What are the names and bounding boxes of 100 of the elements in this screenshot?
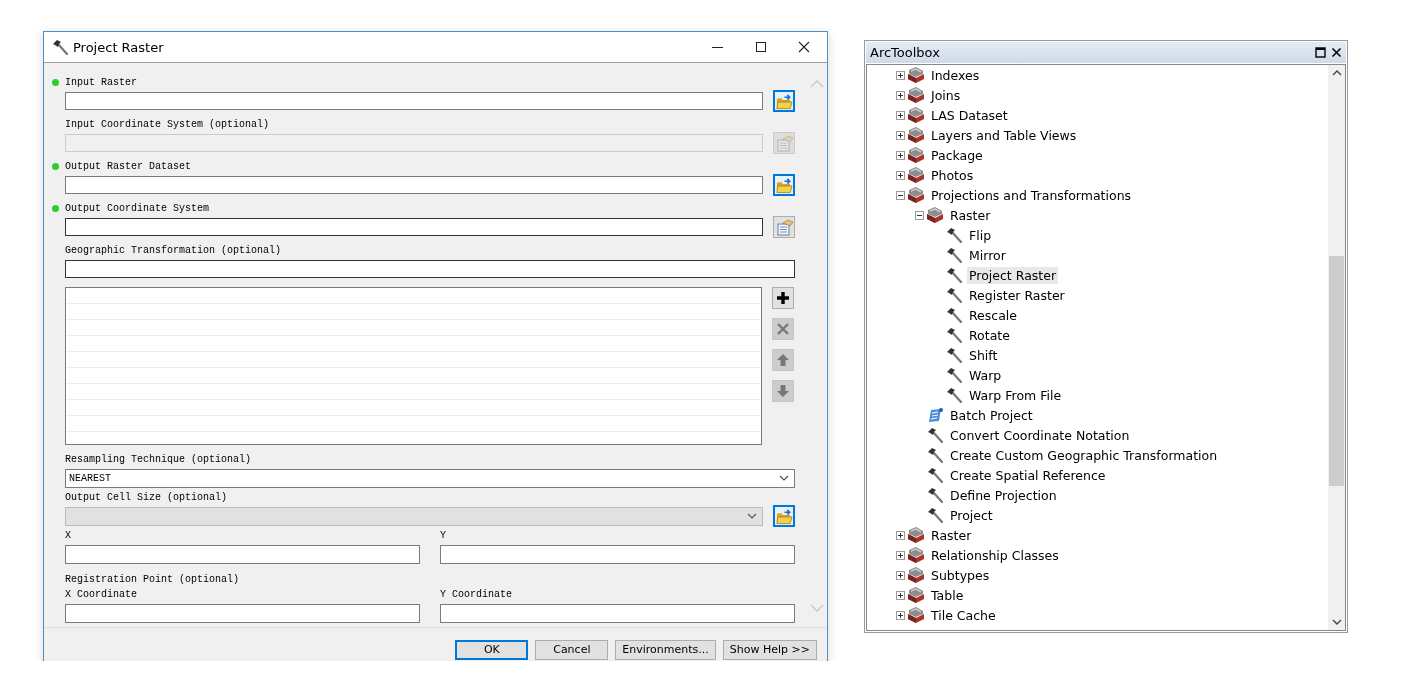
- expand-toggle[interactable]: [896, 90, 905, 100]
- toolbox-icon: [907, 606, 925, 624]
- field-label: Y Coordinate: [440, 588, 512, 600]
- expand-toggle[interactable]: [896, 530, 905, 540]
- tree-item[interactable]: Create Custom Geographic Transformation: [948, 446, 1220, 464]
- scroll-up-icon[interactable]: [1331, 69, 1342, 76]
- text-field[interactable]: [65, 604, 420, 623]
- field-label: Registration Point (optional): [65, 573, 240, 585]
- tree-item[interactable]: Convert Coordinate Notation: [948, 426, 1132, 444]
- text-field[interactable]: [65, 545, 420, 564]
- dialog-button[interactable]: OK: [455, 639, 529, 660]
- field-label: Resampling Technique (optional): [65, 453, 252, 465]
- tree-item[interactable]: Define Projection: [948, 486, 1059, 504]
- field-label: Output Cell Size (optional): [65, 491, 228, 503]
- expand-toggle[interactable]: [896, 130, 905, 140]
- expand-toggle[interactable]: [896, 70, 905, 80]
- hammer-icon: [52, 39, 68, 55]
- dialog-button[interactable]: Cancel: [535, 639, 609, 660]
- caret-icon: [747, 513, 757, 519]
- field-label: X: [65, 529, 71, 541]
- tree-item[interactable]: Layers and Table Views: [929, 126, 1079, 144]
- hammer-icon: [946, 247, 962, 263]
- toolbox-icon: [907, 166, 925, 184]
- toolbox-icon: [907, 566, 925, 584]
- tree-item[interactable]: Raster: [929, 526, 974, 544]
- tree-item[interactable]: Warp: [967, 366, 1004, 384]
- tree-item[interactable]: Register Raster: [967, 286, 1067, 304]
- text-field[interactable]: [65, 92, 763, 110]
- tree-item[interactable]: Projections and Transformations: [929, 186, 1134, 204]
- toolbox-icon: [926, 206, 944, 224]
- field-label: Output Raster Dataset: [65, 160, 192, 172]
- expand-toggle[interactable]: [896, 610, 905, 620]
- dialog-button[interactable]: Show Help >>: [722, 639, 817, 660]
- scroll-icon: [927, 407, 943, 423]
- tree-item[interactable]: Project: [948, 506, 995, 524]
- collapse-toggle[interactable]: [896, 190, 905, 200]
- toolbox-icon: [907, 106, 925, 124]
- text-field[interactable]: [65, 218, 763, 236]
- field-label: Output Coordinate System: [65, 202, 210, 214]
- close-button[interactable]: [798, 41, 810, 53]
- tree-item[interactable]: LAS Dataset: [929, 106, 1010, 124]
- tree-item[interactable]: Rotate: [967, 326, 1012, 344]
- tree-item[interactable]: Photos: [929, 166, 976, 184]
- window-title: Project Raster: [73, 39, 165, 55]
- tree-item[interactable]: Tile Cache: [929, 606, 998, 624]
- text-field[interactable]: [440, 604, 795, 623]
- scrollbar-thumb[interactable]: [1329, 256, 1344, 486]
- hammer-icon: [946, 307, 962, 323]
- tree-item[interactable]: Project Raster: [967, 266, 1059, 284]
- toolbox-icon: [907, 146, 925, 164]
- x-icon: [776, 322, 790, 336]
- tree-item[interactable]: Batch Project: [948, 406, 1035, 424]
- tree-item[interactable]: Warp From File: [967, 386, 1064, 404]
- scroll-down-icon[interactable]: [1331, 619, 1342, 626]
- maximize-button[interactable]: [1315, 47, 1326, 58]
- dialog-button[interactable]: Environments...: [615, 639, 716, 660]
- hammer-icon: [927, 447, 943, 463]
- collapse-toggle[interactable]: [915, 210, 924, 220]
- properties-icon: [774, 217, 794, 237]
- properties-button[interactable]: [773, 216, 795, 238]
- expand-toggle[interactable]: [896, 150, 905, 160]
- tree-item[interactable]: Rescale: [967, 306, 1020, 324]
- toolbox-icon: [907, 586, 925, 604]
- text-field[interactable]: [65, 176, 763, 194]
- toolbox-icon: [907, 86, 925, 104]
- expand-toggle[interactable]: [896, 570, 905, 580]
- toolbox-icon: [907, 66, 925, 84]
- hammer-icon: [946, 387, 962, 403]
- close-button[interactable]: [1331, 47, 1342, 58]
- hammer-icon: [927, 507, 943, 523]
- tree-item[interactable]: Mirror: [967, 246, 1008, 264]
- dropdown[interactable]: NEAREST: [65, 468, 795, 488]
- tree-item[interactable]: Raster: [948, 206, 993, 224]
- toolbox-icon: [907, 186, 925, 204]
- browse-button[interactable]: [773, 90, 795, 112]
- tree-item[interactable]: Shift: [967, 346, 1000, 364]
- field-label: Input Raster: [65, 76, 137, 88]
- hammer-icon: [946, 347, 962, 363]
- tree-item[interactable]: Flip: [967, 226, 994, 244]
- tree-item[interactable]: Subtypes: [929, 566, 992, 584]
- expand-toggle[interactable]: [896, 110, 905, 120]
- hammer-icon: [927, 427, 943, 443]
- hammer-icon: [946, 267, 962, 283]
- expand-toggle[interactable]: [896, 550, 905, 560]
- hammer-icon: [946, 287, 962, 303]
- field-label: X Coordinate: [65, 588, 137, 600]
- tree-item[interactable]: Joins: [929, 86, 963, 104]
- tree-item[interactable]: Create Spatial Reference: [948, 466, 1108, 484]
- expand-toggle[interactable]: [896, 590, 905, 600]
- toolbox-icon: [907, 526, 925, 544]
- add-button[interactable]: [772, 287, 794, 309]
- text-field[interactable]: [65, 260, 795, 278]
- text-field[interactable]: [440, 545, 795, 564]
- tree-item[interactable]: Table: [929, 586, 966, 604]
- browse-button[interactable]: [773, 174, 795, 196]
- expand-toggle[interactable]: [896, 170, 905, 180]
- tree-item[interactable]: Indexes: [929, 66, 982, 84]
- tree-item[interactable]: Package: [929, 146, 985, 164]
- tree-item[interactable]: Relationship Classes: [929, 546, 1061, 564]
- maximize-button[interactable]: [755, 41, 767, 53]
